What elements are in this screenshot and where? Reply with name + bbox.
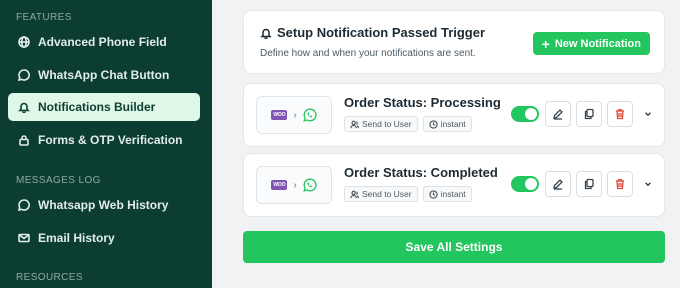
trash-icon — [616, 179, 624, 190]
chevron-down-icon — [645, 182, 651, 187]
bell-icon — [18, 101, 30, 113]
messages-log-section-label: MESSAGES LOG — [16, 175, 101, 186]
edit-button[interactable] — [545, 171, 571, 197]
duplicate-button[interactable] — [576, 171, 602, 197]
enable-toggle[interactable] — [511, 176, 539, 192]
sidebar-item-label: Advanced Phone Field — [38, 35, 167, 49]
trigger-title: Order Status: Completed — [344, 165, 498, 180]
sidebar-item-forms-otp-verification[interactable]: Forms & OTP Verification — [8, 126, 200, 154]
whatsapp-icon — [302, 108, 317, 122]
sidebar-item-notifications-builder[interactable]: Notifications Builder — [8, 93, 200, 121]
sidebar-item-advanced-phone-field[interactable]: Advanced Phone Field — [8, 28, 200, 56]
features-section-label: FEATURES — [16, 12, 72, 23]
whatsapp-icon — [18, 199, 30, 211]
resources-section-label: RESOURCES — [16, 272, 83, 283]
sidebar-item-whatsapp-web-history[interactable]: Whatsapp Web History — [8, 191, 200, 219]
sidebar: FEATURES Advanced Phone Field WhatsApp C… — [0, 0, 212, 288]
whatsapp-icon — [302, 178, 317, 192]
mail-icon — [18, 232, 30, 244]
expand-chevron[interactable] — [642, 177, 654, 191]
expand-chevron[interactable] — [642, 107, 654, 121]
arrow-right-icon: › — [293, 179, 297, 191]
duplicate-button[interactable] — [576, 101, 602, 127]
globe-icon — [18, 36, 30, 48]
delete-button[interactable] — [607, 171, 633, 197]
woocommerce-icon: WOO — [271, 110, 288, 120]
sidebar-item-email-history[interactable]: Email History — [8, 224, 200, 252]
sidebar-item-label: Email History — [38, 231, 115, 245]
clock-icon — [428, 119, 438, 129]
plus-icon: + — [541, 35, 550, 52]
copy-icon — [584, 108, 594, 120]
whatsapp-icon — [18, 69, 30, 81]
lock-icon — [18, 134, 30, 146]
chevron-down-icon — [645, 112, 651, 117]
edit-button[interactable] — [545, 101, 571, 127]
trigger-flow: WOO › — [256, 166, 332, 204]
send-to-chip: Send to User — [344, 186, 418, 202]
notification-header-card: Setup Notification Passed Trigger Define… — [243, 10, 665, 74]
page-title: Setup Notification Passed Trigger — [277, 25, 486, 40]
trigger-chips: Send to User instant — [344, 116, 472, 132]
trash-icon — [616, 109, 624, 120]
clock-icon — [428, 189, 438, 199]
trigger-title: Order Status: Processing — [344, 95, 501, 110]
send-to-chip: Send to User — [344, 116, 418, 132]
timing-label: instant — [440, 119, 466, 129]
enable-toggle[interactable] — [511, 106, 539, 122]
timing-chip: instant — [422, 186, 472, 202]
sidebar-item-label: Whatsapp Web History — [38, 198, 169, 212]
sidebar-item-label: Forms & OTP Verification — [38, 133, 183, 147]
woocommerce-icon: WOO — [271, 180, 288, 190]
page-subtitle: Define how and when your notifications a… — [260, 48, 476, 59]
trigger-card: WOO › Order Status: Processing Send to U… — [243, 83, 665, 147]
save-all-settings-button[interactable]: Save All Settings — [243, 231, 665, 263]
new-notification-button[interactable]: + New Notification — [532, 32, 650, 55]
sidebar-item-label: Notifications Builder — [38, 100, 156, 114]
trigger-card: WOO › Order Status: Completed Send to Us… — [243, 153, 665, 217]
users-icon — [350, 190, 359, 198]
send-to-label: Send to User — [362, 189, 412, 199]
arrow-right-icon: › — [293, 109, 297, 121]
send-to-label: Send to User — [362, 119, 412, 129]
users-icon — [350, 120, 359, 128]
pencil-icon — [553, 109, 563, 120]
copy-icon — [584, 178, 594, 190]
pencil-icon — [553, 179, 563, 190]
page-title-row: Setup Notification Passed Trigger — [260, 25, 485, 40]
new-notification-label: New Notification — [554, 37, 641, 50]
timing-chip: instant — [422, 116, 472, 132]
sidebar-item-label: WhatsApp Chat Button — [38, 68, 170, 82]
bell-icon — [260, 28, 272, 39]
trigger-chips: Send to User instant — [344, 186, 472, 202]
trigger-flow: WOO › — [256, 96, 332, 134]
delete-button[interactable] — [607, 101, 633, 127]
timing-label: instant — [440, 189, 466, 199]
sidebar-item-whatsapp-chat-button[interactable]: WhatsApp Chat Button — [8, 61, 200, 89]
